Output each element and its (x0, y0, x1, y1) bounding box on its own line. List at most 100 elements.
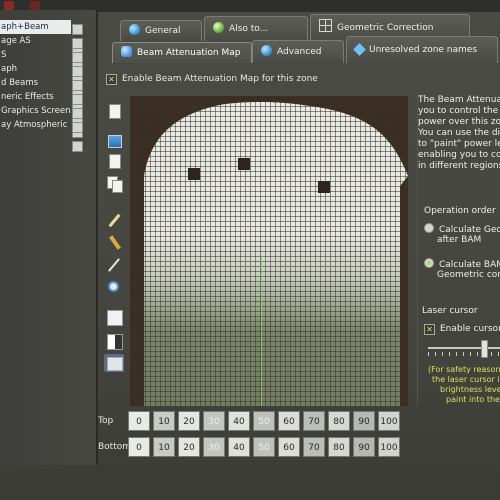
globe-icon (129, 24, 140, 35)
gradient-tool-button[interactable] (104, 332, 124, 350)
laser-note-line: the laser cursor itself i (432, 375, 500, 384)
line-tool-button[interactable] (104, 256, 124, 274)
green-globe-icon (213, 22, 224, 33)
tree-item[interactable]: neric Effects (0, 90, 71, 104)
tree-item[interactable]: aph (0, 62, 71, 76)
copy-icon-back (112, 180, 123, 193)
enable-cursor-label: Enable cursor (440, 324, 500, 334)
bottom-value-cell[interactable]: 10 (153, 437, 175, 457)
description-line: you to control the m (418, 106, 500, 116)
grid-icon (319, 19, 332, 32)
tree-item[interactable]: age AS (0, 34, 71, 48)
description-line: enabling you to contr (418, 150, 500, 160)
app-window: aph+Beam age AS Saph d Beams neric Effects Gr… (0, 0, 500, 500)
fill-all-icon (107, 357, 123, 371)
save-map-button[interactable] (104, 152, 124, 170)
laser-note-line: brightness level (440, 385, 500, 394)
tab-label: Unresolved zone names (369, 45, 478, 55)
brush-icon (109, 235, 121, 250)
tab-general[interactable]: General (120, 20, 202, 41)
radio-button[interactable] (424, 258, 434, 268)
bottom-value-cell[interactable]: 100 (378, 437, 400, 457)
pencil-tool-button[interactable] (104, 212, 124, 230)
top-value-cell[interactable]: 40 (228, 411, 250, 431)
top-value-cell[interactable]: 10 (153, 411, 175, 431)
tree-item-toggles (70, 90, 96, 124)
zone-tree-panel: aph+Beam age AS Saph d Beams neric Effects Gr… (0, 10, 98, 465)
top-value-cell[interactable]: 80 (328, 411, 350, 431)
bottom-value-cell[interactable]: 60 (278, 437, 300, 457)
beam-attenuation-canvas[interactable] (130, 96, 408, 406)
top-value-cell[interactable]: 90 (353, 411, 375, 431)
radio-button[interactable] (424, 223, 434, 233)
bottom-value-cell[interactable]: 80 (328, 437, 350, 457)
description-line: power over this zone (418, 117, 500, 127)
window-control-icon[interactable] (30, 1, 40, 10)
enable-bam-row[interactable]: ✕ Enable Beam Attenuation Map for this zo… (106, 73, 318, 85)
tab-advanced[interactable]: Advanced (252, 40, 344, 63)
footer-area (96, 466, 500, 500)
option-label: Calculate BAM (439, 260, 500, 270)
description-line: The Beam Attenua (418, 95, 500, 105)
option-geom-after-bam-line2: after BAM (437, 235, 482, 245)
tab-label: General (145, 26, 181, 36)
white-tool-button[interactable] (104, 308, 124, 326)
bottom-value-cell[interactable]: 50 (253, 437, 275, 457)
gradient-icon (107, 334, 123, 350)
bottom-value-cell[interactable]: 40 (228, 437, 250, 457)
bottom-value-cell[interactable]: 30 (203, 437, 225, 457)
toggle-checkbox[interactable] (72, 141, 83, 152)
copy-map-button[interactable] (104, 174, 124, 193)
attenuation-mark (188, 168, 200, 180)
top-value-cell[interactable]: 60 (278, 411, 300, 431)
top-value-cell[interactable]: 100 (378, 411, 400, 431)
tab-unresolved-zone-names[interactable]: Unresolved zone names (346, 36, 498, 63)
tab-beam-attenuation-map[interactable]: Beam Attenuation Map (112, 42, 252, 63)
description-line: in different regions. (418, 161, 500, 171)
document-icon (109, 104, 121, 119)
enable-cursor-checkbox[interactable]: ✕ (424, 324, 435, 335)
brush-tool-button[interactable] (104, 234, 124, 252)
tree-item[interactable]: Graphics Screen (0, 104, 71, 118)
top-value-cell[interactable]: 20 (178, 411, 200, 431)
cursor-brightness-slider[interactable] (428, 347, 500, 349)
slider-thumb[interactable] (481, 340, 488, 358)
tree-item-toggles (70, 48, 96, 82)
fill-all-button[interactable] (104, 354, 124, 372)
top-value-cell[interactable]: 30 (203, 411, 225, 431)
advanced-icon (261, 45, 272, 56)
toggle-checkbox[interactable] (72, 122, 83, 133)
top-value-cell[interactable]: 0 (128, 411, 150, 431)
tree-item[interactable]: d Beams (0, 76, 71, 90)
bottom-value-cell[interactable]: 70 (303, 437, 325, 457)
attenuation-mark (318, 181, 330, 193)
description-line: You can use the dis (418, 128, 500, 138)
laser-cursor-line (261, 256, 262, 406)
tab-also-to[interactable]: Also to... (204, 16, 308, 41)
fill-tool-button[interactable] (104, 278, 124, 296)
bottom-value-cell[interactable]: 0 (128, 437, 150, 457)
laser-cursor-title: Laser cursor (422, 306, 478, 316)
option-bam-geom-line2: Geometric corre (437, 270, 500, 280)
enable-bam-label: Enable Beam Attenuation Map for this zon… (122, 74, 318, 84)
open-icon (108, 135, 122, 148)
white-swatch-icon (107, 310, 123, 326)
open-map-button[interactable] (104, 132, 124, 150)
bottom-value-cell[interactable]: 90 (353, 437, 375, 457)
tab-label: Beam Attenuation Map (137, 48, 241, 58)
top-value-cell[interactable]: 50 (253, 411, 275, 431)
enable-bam-checkbox[interactable]: ✕ (106, 74, 117, 85)
tree-item-toggles (70, 62, 96, 96)
bottom-value-cell[interactable]: 20 (178, 437, 200, 457)
new-map-button[interactable] (104, 102, 124, 120)
window-control-icon[interactable] (4, 1, 14, 10)
tree-item[interactable]: aph+Beam (0, 20, 71, 34)
enable-cursor-row[interactable]: ✕ Enable cursor (424, 324, 500, 335)
tree-item[interactable]: ay Atmospheric (0, 118, 71, 132)
top-value-cell[interactable]: 70 (303, 411, 325, 431)
description-line: to "paint" power leve (418, 139, 500, 149)
tab-label: Also to... (229, 24, 269, 34)
option-label: Calculate Geom (439, 225, 500, 235)
top-row-label: Top (98, 416, 114, 426)
tree-item[interactable]: S (0, 48, 71, 62)
